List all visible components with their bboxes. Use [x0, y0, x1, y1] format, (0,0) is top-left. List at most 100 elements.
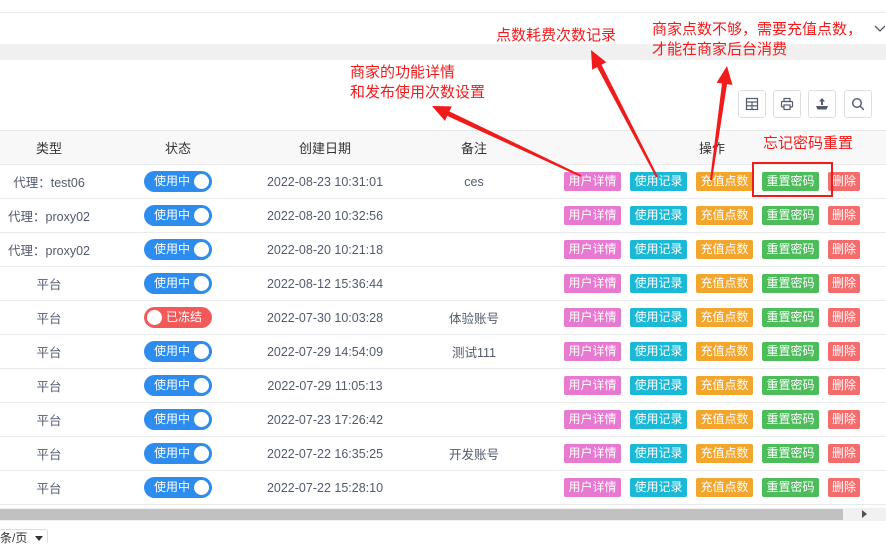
delete-button[interactable]: 删除 [828, 410, 860, 429]
status-toggle-label: 已冻结 [165, 310, 202, 324]
annotation-usage-note: 点数耗费次数记录 [496, 27, 617, 44]
status-toggle-label: 使用中 [154, 242, 191, 256]
usage-record-button[interactable]: 使用记录 [630, 410, 687, 429]
status-toggle[interactable]: 使用中 [144, 239, 212, 260]
type-cell: 代理：proxy02 [8, 210, 90, 224]
usage-record-button[interactable]: 使用记录 [630, 342, 687, 361]
reset-password-button[interactable]: 重置密码 [762, 274, 819, 293]
recharge-points-button[interactable]: 充值点数 [696, 240, 753, 259]
status-toggle-label: 使用中 [154, 378, 191, 392]
recharge-points-button[interactable]: 充值点数 [696, 478, 753, 497]
status-toggle[interactable]: 使用中 [144, 409, 212, 430]
user-details-button[interactable]: 用户详情 [564, 172, 621, 191]
created-date-cell: 2022-07-29 11:05:13 [267, 378, 383, 393]
user-details-button[interactable]: 用户详情 [564, 240, 621, 259]
reset-password-button[interactable]: 重置密码 [762, 444, 819, 463]
table-row: 平台 使用中 2022-07-23 17:26:42 用户详情 使用记录 充值点… [0, 403, 886, 437]
user-details-button[interactable]: 用户详情 [564, 478, 621, 497]
usage-record-button[interactable]: 使用记录 [630, 274, 687, 293]
status-toggle[interactable]: 使用中 [144, 273, 212, 294]
columns-icon[interactable] [738, 90, 766, 118]
type-cell: 代理：test06 [13, 176, 85, 190]
toggle-knob [194, 242, 209, 257]
delete-button[interactable]: 删除 [828, 240, 860, 259]
search-icon[interactable] [844, 90, 872, 118]
status-cell: 使用中 [98, 403, 258, 436]
created-date-cell: 2022-08-20 10:32:56 [266, 208, 384, 223]
recharge-points-button[interactable]: 充值点数 [696, 172, 753, 191]
delete-button[interactable]: 删除 [828, 206, 860, 225]
user-details-button[interactable]: 用户详情 [564, 342, 621, 361]
reset-password-button[interactable]: 重置密码 [762, 206, 819, 225]
reset-password-button[interactable]: 重置密码 [762, 342, 819, 361]
actions-cell: 用户详情 使用记录 充值点数 重置密码 删除 [556, 403, 868, 436]
status-cell: 使用中 [98, 165, 258, 198]
recharge-points-button[interactable]: 充值点数 [696, 410, 753, 429]
user-details-button[interactable]: 用户详情 [564, 444, 621, 463]
recharge-points-button[interactable]: 充值点数 [696, 376, 753, 395]
delete-button[interactable]: 删除 [828, 444, 860, 463]
usage-record-button[interactable]: 使用记录 [630, 444, 687, 463]
recharge-points-button[interactable]: 充值点数 [696, 274, 753, 293]
page-size-select[interactable]: 条/页 [0, 529, 48, 545]
delete-button[interactable]: 删除 [828, 342, 860, 361]
user-details-button[interactable]: 用户详情 [564, 376, 621, 395]
remark-cell [392, 199, 556, 232]
type-cell: 代理：proxy02 [8, 244, 90, 258]
status-toggle[interactable]: 已冻结 [144, 307, 212, 328]
status-cell: 使用中 [98, 471, 258, 504]
remark-cell [392, 267, 556, 300]
reset-password-button[interactable]: 重置密码 [762, 240, 819, 259]
horizontal-scrollbar[interactable] [0, 508, 886, 521]
toggle-knob [194, 208, 209, 223]
status-cell: 使用中 [98, 267, 258, 300]
toggle-knob [194, 412, 209, 427]
delete-button[interactable]: 删除 [828, 376, 860, 395]
remark-cell: 体验账号 [448, 312, 499, 326]
remark-cell: ces [464, 174, 484, 189]
annotation-highlight-box [752, 162, 833, 197]
annotation-line: 才能在商家后台消费 [652, 41, 788, 58]
recharge-points-button[interactable]: 充值点数 [696, 444, 753, 463]
usage-record-button[interactable]: 使用记录 [630, 478, 687, 497]
reset-password-button[interactable]: 重置密码 [762, 376, 819, 395]
reset-password-button[interactable]: 重置密码 [762, 410, 819, 429]
status-toggle[interactable]: 使用中 [144, 375, 212, 396]
recharge-points-button[interactable]: 充值点数 [696, 206, 753, 225]
reset-password-button[interactable]: 重置密码 [762, 478, 819, 497]
recharge-points-button[interactable]: 充值点数 [696, 308, 753, 327]
scrollbar-thumb[interactable] [0, 509, 843, 520]
delete-button[interactable]: 删除 [828, 478, 860, 497]
usage-record-button[interactable]: 使用记录 [630, 376, 687, 395]
created-date-cell: 2022-07-23 17:26:42 [266, 412, 384, 427]
delete-button[interactable]: 删除 [828, 308, 860, 327]
created-date-cell: 2022-07-22 15:28:10 [266, 480, 384, 495]
annotation-line: 商家点数不够，需要充值点数， [652, 21, 863, 38]
status-toggle[interactable]: 使用中 [144, 171, 212, 192]
user-details-button[interactable]: 用户详情 [564, 410, 621, 429]
status-toggle[interactable]: 使用中 [144, 341, 212, 362]
export-icon[interactable] [808, 90, 836, 118]
chevron-down-icon[interactable] [873, 22, 886, 34]
recharge-points-button[interactable]: 充值点数 [696, 342, 753, 361]
reset-password-button[interactable]: 重置密码 [762, 308, 819, 327]
status-toggle[interactable]: 使用中 [144, 205, 212, 226]
column-header-type: 类型 [35, 141, 62, 156]
actions-cell: 用户详情 使用记录 充值点数 重置密码 删除 [556, 437, 868, 470]
status-toggle[interactable]: 使用中 [144, 477, 212, 498]
usage-record-button[interactable]: 使用记录 [630, 308, 687, 327]
user-details-button[interactable]: 用户详情 [564, 206, 621, 225]
printer-icon[interactable] [773, 90, 801, 118]
user-details-button[interactable]: 用户详情 [564, 308, 621, 327]
usage-record-button[interactable]: 使用记录 [630, 206, 687, 225]
table-row: 代理：proxy02 使用中 2022-08-20 10:32:56 用户详情 … [0, 199, 886, 233]
scroll-right-arrow-icon[interactable] [862, 510, 867, 518]
usage-record-button[interactable]: 使用记录 [630, 240, 687, 259]
user-details-button[interactable]: 用户详情 [564, 274, 621, 293]
actions-cell: 用户详情 使用记录 充值点数 重置密码 删除 [556, 199, 868, 232]
table-row: 平台 使用中 2022-07-22 16:35:25 开发账号 用户详情 使用记… [0, 437, 886, 471]
delete-button[interactable]: 删除 [828, 274, 860, 293]
status-toggle[interactable]: 使用中 [144, 443, 212, 464]
usage-record-button[interactable]: 使用记录 [630, 172, 687, 191]
status-cell: 使用中 [98, 335, 258, 368]
